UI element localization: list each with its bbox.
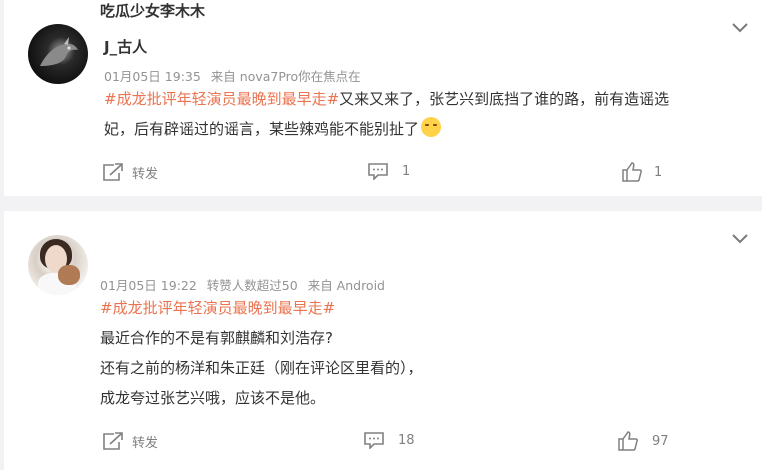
repost-button[interactable]: 转发 <box>102 431 158 451</box>
like-count: 1 <box>654 164 663 180</box>
username[interactable]: 吃瓜少女李木木 <box>100 0 205 21</box>
like-icon <box>622 162 642 182</box>
comment-icon <box>364 432 384 449</box>
repost-button[interactable]: 转发 <box>102 162 158 182</box>
comment-icon <box>368 163 388 180</box>
post-text: 最近合作的不是有郭麒麟和刘浩存? <box>100 329 333 347</box>
post-text: 妃，后有辟谣过的谣言，某些辣鸡能不能别扯了 <box>104 120 420 138</box>
repost-label: 转发 <box>132 166 159 182</box>
username[interactable]: J_古人 <box>104 36 147 57</box>
post-content: #成龙批评年轻演员最晚到最早走# 最近合作的不是有郭麒麟和刘浩存? 还有之前的杨… <box>100 293 740 413</box>
sleepy-face-emoji-icon <box>421 117 442 137</box>
repost-label: 转发 <box>132 435 159 451</box>
like-button[interactable]: 97 <box>618 431 669 451</box>
reposts-info: 转赞人数超过50 <box>206 278 298 293</box>
like-icon <box>618 431 638 451</box>
action-bar: 转发 1 1 <box>4 162 762 182</box>
comment-count: 1 <box>402 163 411 179</box>
post-source: 来自 nova7Pro你在焦点在 <box>210 69 361 84</box>
repost-icon <box>103 163 123 181</box>
post-text: 还有之前的杨洋和朱正廷（刚在评论区里看的）， <box>100 359 423 377</box>
post-meta: 01月05日 19:35 来自 nova7Pro你在焦点在 <box>104 66 367 85</box>
comment-button[interactable]: 1 <box>368 162 410 180</box>
like-button[interactable]: 1 <box>622 162 662 182</box>
post-content: #成龙批评年轻演员最晚到最早走#又来又来了，张艺兴到底挡了谁的路，前有造谣选 妃… <box>104 84 744 144</box>
post-card: J_古人 01月05日 19:35 来自 nova7Pro你在焦点在 #成龙批评… <box>4 0 762 196</box>
avatar[interactable] <box>28 235 88 295</box>
hashtag-link[interactable]: #成龙批评年轻演员最晚到最早走# <box>100 299 335 317</box>
repost-icon <box>103 432 123 450</box>
post-date[interactable]: 01月05日 19:35 <box>104 69 201 84</box>
comment-button[interactable]: 18 <box>364 431 415 449</box>
dragon-avatar-image <box>40 37 78 66</box>
avatar[interactable] <box>28 24 88 84</box>
like-count: 97 <box>652 433 669 449</box>
post-source: 来自 Android <box>307 278 385 293</box>
post-text: 又来又来了，张艺兴到底挡了谁的路，前有造谣选 <box>339 90 670 108</box>
action-bar: 转发 18 97 <box>4 431 762 451</box>
comment-count: 18 <box>398 432 415 448</box>
post-text: 成龙夸过张艺兴哦，应该不是他。 <box>100 389 326 407</box>
post-date[interactable]: 01月05日 19:22 <box>100 278 197 293</box>
chevron-down-icon[interactable] <box>732 23 748 33</box>
chevron-down-icon[interactable] <box>732 234 748 244</box>
hashtag-link[interactable]: #成龙批评年轻演员最晚到最早走# <box>104 90 339 108</box>
post-meta: 01月05日 19:22 转赞人数超过50 来自 Android <box>100 275 391 294</box>
